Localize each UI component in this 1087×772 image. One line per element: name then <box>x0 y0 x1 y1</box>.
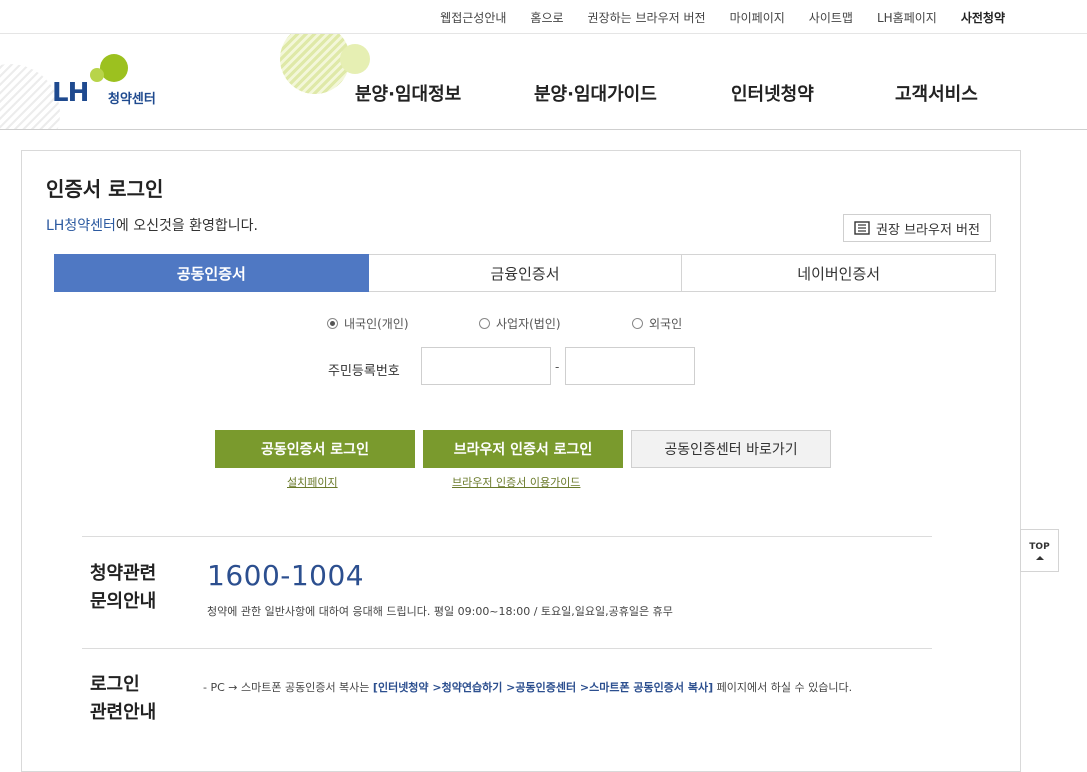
login-panel: 인증서 로그인 LH청약센터에 오신것을 환영합니다. 권장 브라우저 버전 공… <box>21 150 1021 772</box>
login-info-suffix: 페이지에서 하실 수 있습니다. <box>713 681 853 694</box>
login-info-title: 로그인 관련안내 <box>90 671 156 727</box>
resident-number-back-input[interactable] <box>565 347 695 385</box>
nav-customer-service[interactable]: 고객서비스 <box>895 80 978 106</box>
util-lh-home-link[interactable]: LH홈페이지 <box>877 9 937 26</box>
logo-leaf-small-icon <box>90 68 104 82</box>
logo-brand: LH <box>52 78 89 108</box>
login-info-description: - PC → 스마트폰 공동인증서 복사는 [인터넷청약 >청약연습하기 >공동… <box>203 679 852 695</box>
login-info-title-line1: 로그인 <box>90 674 140 695</box>
divider <box>82 648 932 649</box>
install-page-link[interactable]: 설치페이지 <box>287 474 338 490</box>
recommended-browser-label: 권장 브라우저 버전 <box>876 222 980 238</box>
radio-checked-icon <box>327 318 338 329</box>
login-info-title-line2: 관련안내 <box>90 702 157 723</box>
resident-number-front-input[interactable] <box>421 347 551 385</box>
inquiry-title-line2: 문의안내 <box>90 591 157 612</box>
util-accessibility-link[interactable]: 웹접근성안내 <box>440 9 506 26</box>
nav-sale-rent-guide[interactable]: 분양·임대가이드 <box>534 80 657 106</box>
document-icon <box>854 221 870 235</box>
recommended-browser-button[interactable]: 권장 브라우저 버전 <box>843 214 991 242</box>
site-logo[interactable]: LH 청약센터 <box>52 52 172 112</box>
decor-circle-small <box>340 44 370 74</box>
resident-number-label: 주민등록번호 <box>328 364 400 379</box>
radio-label: 외국인 <box>649 317 683 331</box>
nav-sale-rent-info[interactable]: 분양·임대정보 <box>355 80 461 106</box>
radio-label: 사업자(법인) <box>496 317 561 331</box>
login-info-path: [인터넷청약 >청약연습하기 >공동인증센터 >스마트폰 공동인증서 복사] <box>372 681 714 694</box>
browser-certificate-guide-link[interactable]: 브라우저 인증서 이용가이드 <box>452 474 580 490</box>
logo-sub: 청약센터 <box>108 92 156 107</box>
inquiry-title: 청약관련 문의안내 <box>90 560 156 616</box>
radio-foreigner[interactable]: 외국인 <box>632 315 682 332</box>
login-info-prefix: - PC → 스마트폰 공동인증서 복사는 <box>203 681 373 694</box>
util-pre-subscription-link[interactable]: 사전청약 <box>961 9 1005 26</box>
browser-certificate-login-button[interactable]: 브라우저 인증서 로그인 <box>423 430 623 468</box>
radio-label: 내국인(개인) <box>344 317 409 331</box>
util-sitemap-link[interactable]: 사이트맵 <box>809 9 853 26</box>
inquiry-title-line1: 청약관련 <box>90 563 157 584</box>
inquiry-phone-number: 1600-1004 <box>207 559 365 592</box>
joint-certificate-login-button[interactable]: 공동인증서 로그인 <box>215 430 415 468</box>
divider <box>82 536 932 537</box>
certificate-center-button[interactable]: 공동인증센터 바로가기 <box>631 430 831 468</box>
decor-pattern <box>0 64 60 129</box>
scroll-top-label: TOP <box>1029 541 1050 552</box>
certificate-tabs: 공동인증서 금융인증서 네이버인증서 <box>54 254 997 292</box>
logo-leaf-icon <box>100 54 128 82</box>
tab-financial-certificate[interactable]: 금융인증서 <box>368 254 683 292</box>
radio-unchecked-icon <box>632 318 643 329</box>
scroll-top-button[interactable]: TOP <box>1020 529 1059 572</box>
utility-bar: 웹접근성안내 홈으로 권장하는 브라우저 버전 마이페이지 사이트맵 LH홈페이… <box>0 0 1087 34</box>
welcome-message: 에 오신것을 환영합니다. <box>115 218 259 234</box>
welcome-text: LH청약센터에 오신것을 환영합니다. <box>46 215 258 235</box>
decor-circle <box>280 34 350 94</box>
arrow-up-icon <box>1035 555 1044 560</box>
radio-business[interactable]: 사업자(법인) <box>479 315 561 332</box>
resident-number-dash: - <box>555 360 560 374</box>
utility-nav: 웹접근성안내 홈으로 권장하는 브라우저 버전 마이페이지 사이트맵 LH홈페이… <box>440 9 1005 26</box>
util-home-link[interactable]: 홈으로 <box>530 9 563 26</box>
util-mypage-link[interactable]: 마이페이지 <box>730 9 785 26</box>
util-browser-link[interactable]: 권장하는 브라우저 버전 <box>588 9 706 26</box>
tab-naver-certificate[interactable]: 네이버인증서 <box>682 254 997 292</box>
radio-unchecked-icon <box>479 318 490 329</box>
header: LH 청약센터 분양·임대정보 분양·임대가이드 인터넷청약 고객서비스 <box>0 34 1087 130</box>
welcome-site-name: LH청약센터 <box>46 218 116 234</box>
inquiry-description: 청약에 관한 일반사항에 대하여 응대해 드립니다. 평일 09:00~18:0… <box>207 605 673 618</box>
radio-domestic-individual[interactable]: 내국인(개인) <box>327 315 409 332</box>
nav-internet-subscription[interactable]: 인터넷청약 <box>731 80 814 106</box>
tab-joint-certificate[interactable]: 공동인증서 <box>54 254 369 292</box>
page-title: 인증서 로그인 <box>46 177 164 201</box>
